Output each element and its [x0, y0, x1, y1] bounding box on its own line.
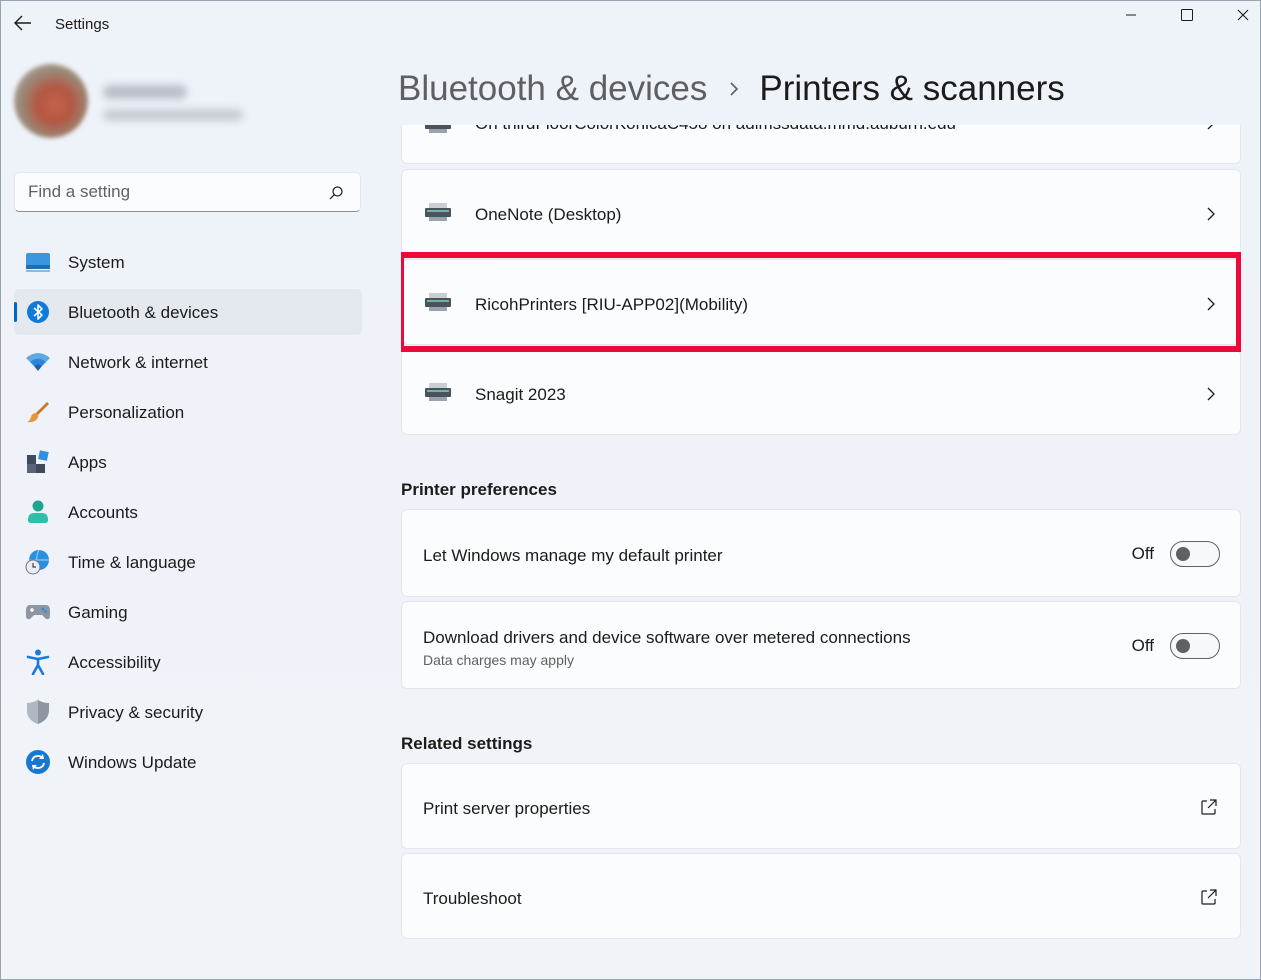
page-title: Printers & scanners [759, 69, 1065, 108]
printer-item-highlighted[interactable]: RicohPrinters [RIU-APP02](Mobility) [401, 259, 1241, 345]
sidebar-item-label: Apps [68, 453, 107, 472]
external-link-icon [1201, 889, 1217, 905]
search-box [14, 172, 361, 212]
sidebar-item-network-internet[interactable]: Network & internet [14, 339, 362, 385]
settings-window: Settings System [0, 0, 1261, 980]
metered-download-setting: Download drivers and device software ove… [401, 601, 1241, 689]
breadcrumb: Bluetooth & devices Printers & scanners [398, 67, 1065, 111]
profile-email-blurred [103, 109, 243, 121]
back-arrow-icon [14, 15, 31, 31]
setting-label: Let Windows manage my default printer [423, 546, 723, 565]
chevron-right-icon [1207, 297, 1215, 311]
maximize-icon [1181, 9, 1193, 21]
related-settings-title: Related settings [401, 734, 533, 753]
back-button[interactable] [9, 9, 37, 37]
sidebar-item-windows-update[interactable]: Windows Update [14, 739, 362, 785]
printer-icon [425, 383, 451, 401]
wifi-icon [25, 349, 51, 375]
printer-preferences-title: Printer preferences [401, 480, 557, 499]
troubleshoot-link[interactable]: Troubleshoot [401, 853, 1241, 939]
printer-item[interactable]: Snagit 2023 [401, 349, 1241, 435]
breadcrumb-separator [729, 81, 739, 97]
printer-name: OneNote (Desktop) [475, 205, 622, 224]
sidebar-item-label: Network & internet [68, 353, 208, 372]
printer-name: RicohPrinters [RIU-APP02](Mobility) [475, 295, 749, 314]
title-bar: Settings [1, 1, 1260, 47]
sidebar-item-privacy-security[interactable]: Privacy & security [14, 689, 362, 735]
apps-icon [25, 449, 51, 475]
globe-clock-icon [25, 549, 51, 575]
chevron-right-icon [1207, 207, 1215, 221]
sidebar-item-label: Accessibility [68, 653, 161, 672]
gamepad-icon [25, 599, 51, 625]
system-icon [25, 249, 51, 275]
sidebar-item-accessibility[interactable]: Accessibility [14, 639, 362, 685]
content-pane: On thirdFloorColorKonicaC458 on adimssda… [401, 125, 1241, 980]
printer-icon [425, 125, 451, 133]
avatar[interactable] [14, 64, 88, 138]
sidebar-item-label: Personalization [68, 403, 185, 422]
setting-description: Data charges may apply [423, 652, 574, 668]
printer-item[interactable]: On thirdFloorColorKonicaC458 on adimssda… [401, 125, 1241, 164]
close-button[interactable] [1215, 1, 1261, 29]
toggle-group: Off [1132, 633, 1220, 659]
sidebar-item-label: Gaming [68, 603, 128, 622]
printer-name: Snagit 2023 [475, 385, 566, 404]
accounts-icon [25, 499, 51, 525]
chevron-right-icon [1207, 125, 1213, 130]
setting-label: Troubleshoot [423, 889, 522, 908]
toggle-state-label: Off [1131, 544, 1154, 563]
printer-icon [425, 293, 451, 311]
profile-name-blurred [103, 85, 187, 99]
print-server-properties-link[interactable]: Print server properties [401, 763, 1241, 849]
external-link-icon [1201, 799, 1217, 815]
setting-label: Download drivers and device software ove… [423, 628, 911, 647]
sidebar-item-accounts[interactable]: Accounts [14, 489, 362, 535]
sidebar-item-label: Bluetooth & devices [68, 303, 219, 322]
toggle-group: Off [1132, 541, 1220, 567]
minimize-icon [1126, 14, 1136, 16]
printer-item[interactable]: OneNote (Desktop) [401, 169, 1241, 255]
default-printer-toggle[interactable] [1170, 541, 1220, 567]
sidebar-item-time-language[interactable]: Time & language [14, 539, 362, 585]
sidebar-item-label: Privacy & security [68, 703, 204, 722]
sidebar-item-personalization[interactable]: Personalization [14, 389, 362, 435]
sidebar-item-label: System [68, 253, 125, 272]
app-title: Settings [55, 16, 110, 33]
bluetooth-icon [25, 299, 51, 325]
sidebar-item-label: Windows Update [68, 753, 197, 772]
shield-icon [25, 699, 51, 725]
sidebar-item-apps[interactable]: Apps [14, 439, 362, 485]
sidebar-item-label: Time & language [68, 553, 196, 572]
chevron-right-icon [1207, 387, 1215, 401]
close-icon [1237, 9, 1249, 21]
sidebar-item-system[interactable]: System [14, 239, 362, 285]
accessibility-icon [25, 649, 51, 675]
search-input[interactable] [15, 173, 305, 211]
search-icon[interactable] [328, 185, 344, 201]
sidebar-item-gaming[interactable]: Gaming [14, 589, 362, 635]
printer-name: On thirdFloorColorKonicaC458 on adimssda… [475, 125, 956, 134]
setting-label: Print server properties [423, 799, 591, 818]
toggle-state-label: Off [1131, 636, 1154, 655]
maximize-button[interactable] [1159, 1, 1215, 29]
default-printer-setting: Let Windows manage my default printer Of… [401, 509, 1241, 597]
update-icon [25, 749, 51, 775]
brush-icon [25, 399, 51, 425]
sidebar-nav: System Bluetooth & devices Network & int… [14, 239, 362, 789]
printer-icon [425, 203, 451, 221]
breadcrumb-parent[interactable]: Bluetooth & devices [398, 69, 707, 109]
metered-download-toggle[interactable] [1170, 633, 1220, 659]
sidebar-item-bluetooth-devices[interactable]: Bluetooth & devices [14, 289, 362, 335]
chevron-right-icon [730, 82, 739, 96]
sidebar-item-label: Accounts [68, 503, 138, 522]
minimize-button[interactable] [1103, 1, 1159, 29]
